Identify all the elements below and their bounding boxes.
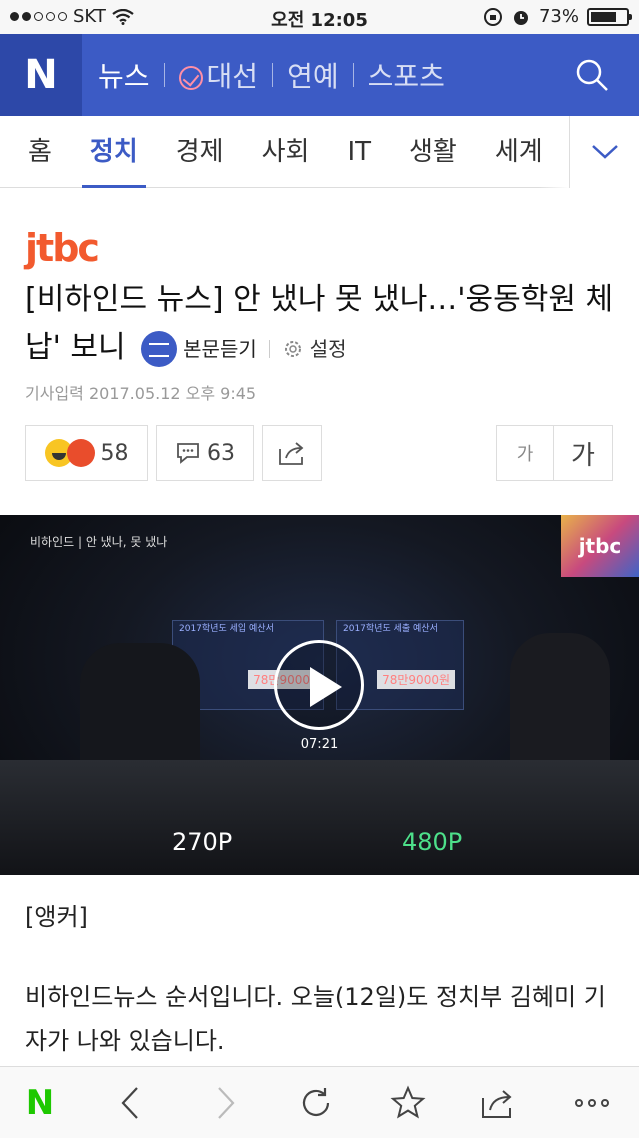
- menu-divider: [272, 63, 274, 87]
- angry-emoji-icon: [66, 439, 95, 467]
- chevron-down-icon: [591, 145, 618, 159]
- battery-fill: [591, 11, 616, 22]
- forward-button[interactable]: [206, 1083, 246, 1123]
- listen-controls: 본문듣기 설정: [141, 325, 347, 373]
- share-button[interactable]: [262, 425, 322, 481]
- tab-politics[interactable]: 정치: [81, 116, 146, 188]
- video-player[interactable]: 2017학년도 세입 예산서 78만9000 2017학년도 세출 예산서 78…: [0, 515, 639, 875]
- browser-toolbar: N: [0, 1066, 639, 1138]
- source-logo[interactable]: jtbc: [25, 226, 100, 270]
- tab-home[interactable]: 홈: [28, 116, 52, 188]
- tab-economy[interactable]: 경제: [176, 116, 224, 188]
- video-overlay-title: 비하인드 | 안 냈나, 못 냈나: [30, 535, 168, 549]
- menu-item-entertainment[interactable]: 연예: [287, 55, 339, 95]
- quality-480p-button[interactable]: 480P: [402, 828, 462, 856]
- video-screen-right-title: 2017학년도 세출 예산서: [343, 624, 438, 634]
- chevron-right-icon: [218, 1087, 235, 1119]
- reaction-count: 58: [100, 440, 129, 466]
- naver-home-label: N: [25, 1083, 55, 1123]
- play-button[interactable]: [274, 640, 364, 730]
- tab-world[interactable]: 세계: [495, 116, 543, 188]
- status-right: 73%: [483, 6, 632, 27]
- settings-button[interactable]: 설정: [310, 325, 347, 373]
- star-icon: [390, 1085, 426, 1119]
- more-options-button[interactable]: [572, 1083, 612, 1123]
- main-menu: 뉴스 대선 연예 스포츠: [98, 34, 445, 116]
- article-date: 기사입력 2017.05.12 오후 9:45: [25, 384, 257, 403]
- video-screen-left-title: 2017학년도 세입 예산서: [179, 624, 274, 634]
- chevron-left-icon: [121, 1087, 138, 1119]
- menu-item-news[interactable]: 뉴스: [98, 55, 150, 95]
- comment-icon: [177, 443, 199, 464]
- menu-item-election[interactable]: 대선: [178, 55, 259, 95]
- video-screen-right-value: 78만9000원: [377, 670, 455, 689]
- tab-society[interactable]: 사회: [262, 116, 310, 188]
- body-paragraph: 비하인드뉴스 순서입니다. 오늘(12일)도 정치부 김혜미 기자가 나와 있습…: [25, 983, 606, 1055]
- video-channel-logo: jtbc: [561, 515, 639, 577]
- vote-icon: [178, 66, 203, 90]
- video-duration: 07:21: [300, 737, 339, 752]
- source-logo-text: jtbc: [25, 226, 100, 270]
- font-size-decrease-button[interactable]: 가: [496, 425, 554, 481]
- listen-divider: [268, 339, 270, 358]
- gear-icon[interactable]: [282, 338, 304, 360]
- menu-divider: [163, 63, 165, 87]
- share-icon: [279, 442, 304, 465]
- listen-icon[interactable]: [141, 330, 178, 367]
- quality-270p-button[interactable]: 270P: [172, 828, 232, 856]
- back-button[interactable]: [110, 1083, 150, 1123]
- tab-fade: [539, 116, 569, 188]
- tab-it[interactable]: IT: [347, 116, 371, 188]
- comment-count: 63: [207, 440, 235, 466]
- nav-header: N 뉴스 대선 연예 스포츠: [0, 34, 639, 116]
- more-icon: [575, 1099, 609, 1107]
- article-actions: 58 63 가 가: [25, 425, 613, 481]
- battery-percent: 73%: [538, 6, 579, 27]
- menu-item-sports[interactable]: 스포츠: [368, 55, 445, 95]
- bookmark-button[interactable]: [388, 1083, 428, 1123]
- tab-list: 홈 정치 경제 사회 IT 생활 세계: [28, 116, 581, 188]
- comment-button[interactable]: 63: [156, 425, 254, 481]
- menu-divider: [352, 63, 354, 87]
- video-desk: [0, 760, 639, 875]
- naver-home-button[interactable]: N: [20, 1083, 60, 1123]
- refresh-button[interactable]: [296, 1083, 336, 1123]
- naver-logo: N: [24, 52, 58, 98]
- search-icon[interactable]: [573, 56, 611, 94]
- reaction-button[interactable]: 58: [25, 425, 148, 481]
- tab-life[interactable]: 생활: [409, 116, 457, 188]
- menu-item-election-label: 대선: [206, 60, 259, 93]
- tabs-more-button[interactable]: [569, 116, 639, 188]
- font-size-increase-button[interactable]: 가: [553, 425, 613, 481]
- status-bar: SKT 오전 12:05 73%: [0, 0, 639, 34]
- body-paragraph: [앵커]: [25, 903, 88, 931]
- alarm-icon: [513, 10, 528, 25]
- battery-icon: [587, 7, 632, 26]
- article-title-block: [비하인드 뉴스] 안 냈나 못 냈나…'웅동학원 체납' 보니 본문듣기 설정: [25, 276, 625, 373]
- toolbar-share-button[interactable]: [478, 1083, 518, 1123]
- listen-button[interactable]: 본문듣기: [183, 325, 257, 373]
- share-icon: [482, 1090, 512, 1118]
- orientation-lock-icon: [483, 7, 502, 26]
- refresh-icon: [302, 1088, 330, 1116]
- category-tabs: 홈 정치 경제 사회 IT 생활 세계: [0, 116, 639, 188]
- naver-logo-button[interactable]: N: [0, 34, 82, 116]
